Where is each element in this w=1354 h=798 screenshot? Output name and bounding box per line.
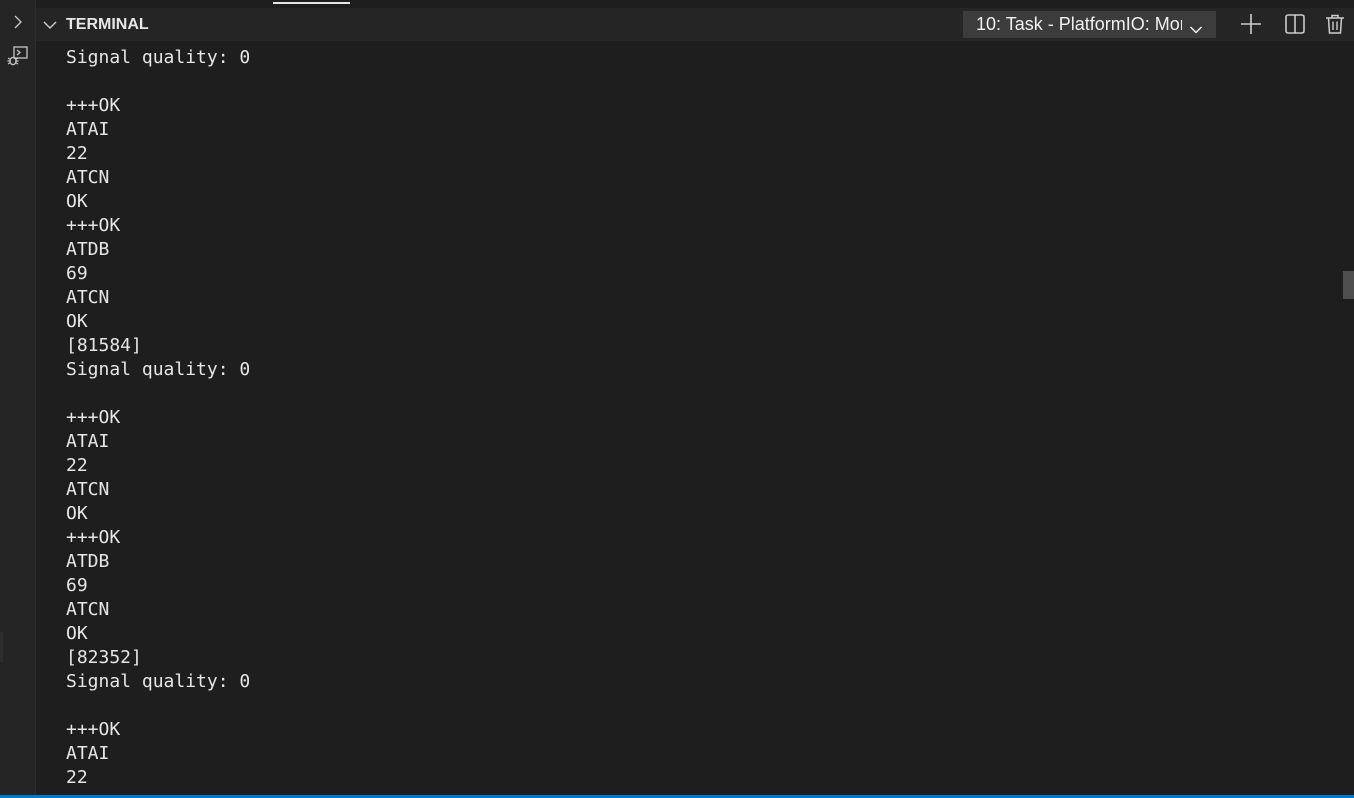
- terminal-line: +++OK: [66, 215, 121, 236]
- chevron-right-icon[interactable]: [10, 14, 26, 30]
- terminal-line: OK: [66, 191, 88, 212]
- terminal-line: +++OK: [66, 719, 121, 740]
- terminal-output[interactable]: Signal quality: 0 +++OK ATAI 22 ATCN OK +++OK A…: [37, 41, 1339, 795]
- terminal-line: [82352]: [66, 647, 142, 668]
- terminal-line: 22: [66, 455, 88, 476]
- split-icon[interactable]: [1283, 12, 1307, 36]
- terminal-line: ATAI: [66, 119, 110, 140]
- plus-icon[interactable]: [1239, 12, 1263, 36]
- terminal-line: ATCN: [66, 287, 110, 308]
- editor-tabs-edge: [36, 0, 1354, 8]
- terminal-line: ATCN: [66, 479, 110, 500]
- terminal-line: OK: [66, 623, 88, 644]
- terminal-line: 69: [66, 263, 88, 284]
- terminal-line: ATCN: [66, 167, 110, 188]
- terminal-line: Signal quality: 0: [66, 359, 251, 380]
- chevron-down-icon[interactable]: [42, 17, 58, 33]
- terminal-line: Signal quality: 0: [66, 671, 251, 692]
- debug-console-icon[interactable]: [6, 44, 30, 68]
- scrollbar-thumb[interactable]: [1343, 271, 1354, 299]
- terminal-line: ATCN: [66, 599, 110, 620]
- terminal-line: ATDB: [66, 239, 110, 260]
- terminal-line: ATAI: [66, 743, 110, 764]
- terminal-line: 69: [66, 575, 88, 596]
- active-tab-indicator: [273, 2, 350, 4]
- strip-divider: [0, 632, 3, 662]
- terminal-line: +++OK: [66, 407, 121, 428]
- terminal-line: ATAI: [66, 431, 110, 452]
- terminal-lines: Signal quality: 0 +++OK ATAI 22 ATCN OK +++OK A…: [66, 46, 250, 790]
- terminal-line: ATDB: [66, 551, 110, 572]
- terminal-line: [81584]: [66, 335, 142, 356]
- chevron-down-icon: [1189, 18, 1203, 34]
- panel-title[interactable]: TERMINAL: [66, 16, 149, 34]
- terminal-line: +++OK: [66, 527, 121, 548]
- terminal-line: 22: [66, 143, 88, 164]
- task-selector-label: 10: Task - PlatformIO: Monitor: [976, 14, 1182, 34]
- terminal-line: OK: [66, 503, 88, 524]
- side-strip: [0, 0, 36, 795]
- panel-header: TERMINAL 10: Task - PlatformIO: Monitor: [36, 8, 1354, 41]
- trash-icon[interactable]: [1323, 12, 1347, 36]
- terminal-line: +++OK: [66, 95, 121, 116]
- terminal-line: 22: [66, 767, 88, 788]
- scrollbar-track[interactable]: [1339, 41, 1354, 795]
- terminal-task-selector[interactable]: 10: Task - PlatformIO: Monitor: [963, 11, 1216, 38]
- terminal-line: OK: [66, 311, 88, 332]
- terminal-line: Signal quality: 0: [66, 47, 251, 68]
- vscode-terminal-panel: TERMINAL 10: Task - PlatformIO: Monitor: [0, 0, 1354, 798]
